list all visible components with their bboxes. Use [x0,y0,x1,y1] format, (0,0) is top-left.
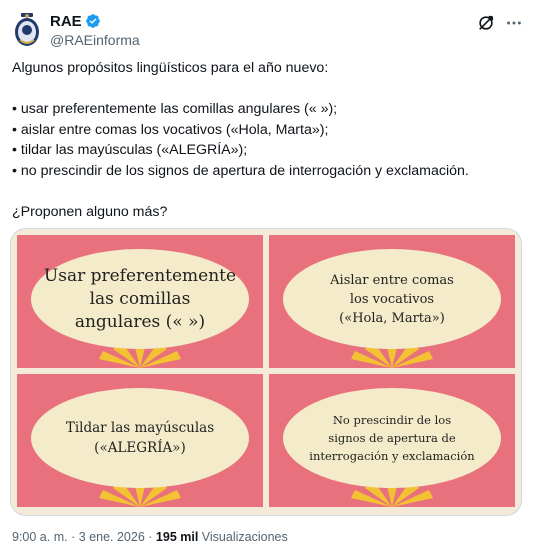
tweet: RAE @RAEinforma Algunos propósitos lingü… [0,0,537,550]
post-text: Algunos propósitos lingüísticos para el … [12,58,527,222]
avatar[interactable] [12,12,42,48]
card-oval: Tildar las mayúsculas («ALEGRÍA») [31,388,249,488]
card-1-line-3: angulares (« ») [74,311,206,332]
media-grid[interactable]: Usar preferentemente las comillas angula… [10,228,522,516]
header-actions [477,14,523,32]
media-card-1[interactable]: Usar preferentemente las comillas angula… [17,235,263,368]
post-date[interactable]: 3 ene. 2026 [79,530,145,544]
meta-separator: · [148,530,153,544]
verified-badge-icon [85,14,100,28]
media-card-2[interactable]: Aislar entre comas los vocativos («Hola,… [269,235,515,368]
post-line-bullet-3: • tildar las mayúsculas («ALEGRÍA»); [12,142,248,158]
media-card-3[interactable]: Tildar las mayúsculas («ALEGRÍA») [17,374,263,507]
card-1-line-1: Usar preferentemente [43,265,237,286]
views-label: Visualizaciones [201,530,288,544]
card-2-line-2: los vocativos [349,291,435,307]
post-line-question: ¿Proponen alguno más? [12,203,168,220]
meta-separator: · [71,530,76,544]
media-card-4[interactable]: No prescindir de los signos de apertura … [269,374,515,507]
card-4-line-1: No prescindir de los [332,413,452,427]
card-3-line-2: («ALEGRÍA») [94,440,186,456]
card-2-line-1: Aislar entre comas [330,272,454,288]
author-handle[interactable]: @RAEinforma [50,32,140,48]
card-2-line-3: («Hola, Marta») [339,310,445,326]
card-3-line-1: Tildar las mayúsculas [65,420,215,436]
post-line-blank [12,181,527,202]
rae-logo-icon [15,13,39,46]
card-oval: Usar preferentemente las comillas angula… [31,249,249,349]
views-count: 195 mil [155,530,199,544]
card-4-line-2: signos de apertura de [328,431,456,445]
author-name-row: RAE [50,12,101,30]
post-line-bullet-2: • aislar entre comas los vocativos («Hol… [12,121,329,138]
display-name[interactable]: RAE [50,13,82,30]
post-line-blank [12,79,527,100]
card-oval: Aislar entre comas los vocativos («Hola,… [283,249,501,349]
post-line-intro: Algunos propósitos lingüísticos para el … [12,60,329,76]
card-1-line-2: las comillas [89,288,191,309]
card-oval: No prescindir de los signos de apertura … [283,388,501,488]
post-time[interactable]: 9:00 a. m. [12,530,68,544]
post-line-bullet-1: • usar preferentemente las comillas angu… [12,101,338,117]
grok-icon[interactable] [477,14,495,32]
card-4-line-3: interrogación y exclamación [309,449,475,463]
more-icon[interactable] [505,14,523,32]
post-line-bullet-4: • no prescindir de los signos de apertur… [12,162,469,179]
post-meta: 9:00 a. m. · 3 ene. 2026 · 195 mil Visua… [12,530,288,544]
